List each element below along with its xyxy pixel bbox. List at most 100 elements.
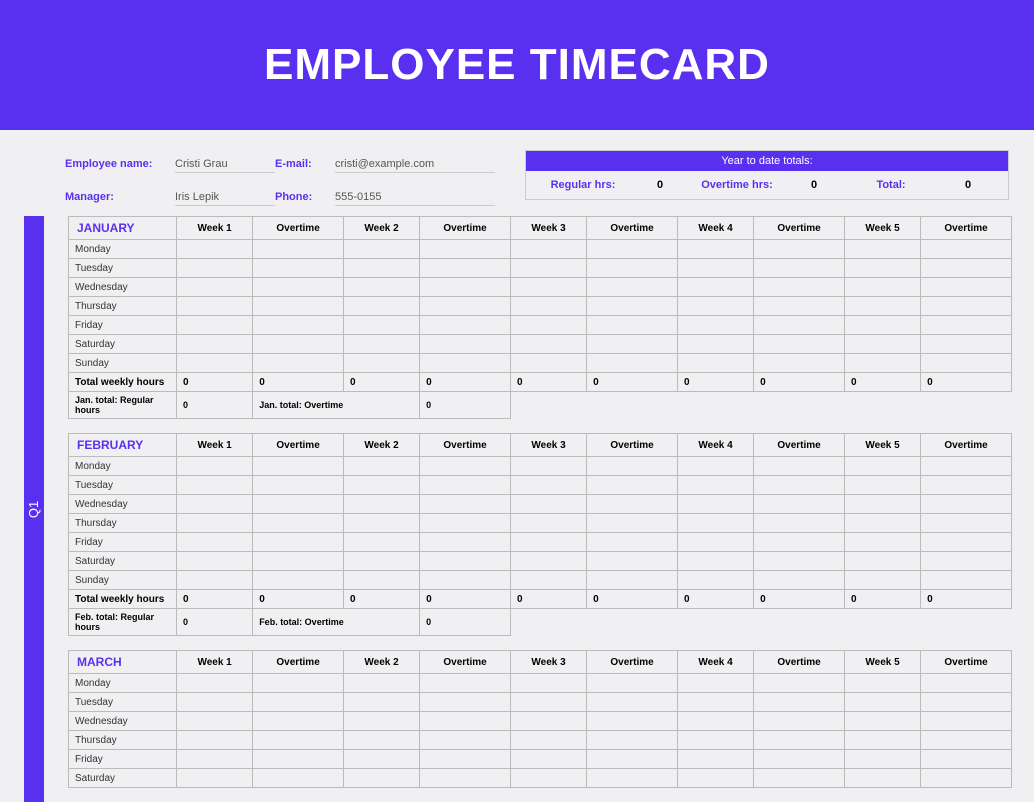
hours-cell[interactable]: [754, 476, 845, 495]
hours-cell[interactable]: [253, 297, 344, 316]
hours-cell[interactable]: [177, 354, 253, 373]
hours-cell[interactable]: [420, 693, 511, 712]
hours-cell[interactable]: [844, 335, 920, 354]
hours-cell[interactable]: [420, 240, 511, 259]
hours-cell[interactable]: [343, 240, 419, 259]
employee-name-field[interactable]: Cristi Grau: [175, 158, 275, 173]
hours-cell[interactable]: [343, 259, 419, 278]
hours-cell[interactable]: [754, 533, 845, 552]
hours-cell[interactable]: [754, 278, 845, 297]
hours-cell[interactable]: [177, 476, 253, 495]
hours-cell[interactable]: [677, 457, 753, 476]
hours-cell[interactable]: [677, 769, 753, 788]
hours-cell[interactable]: [587, 297, 678, 316]
hours-cell[interactable]: [510, 514, 586, 533]
hours-cell[interactable]: [177, 552, 253, 571]
hours-cell[interactable]: [253, 278, 344, 297]
hours-cell[interactable]: [253, 476, 344, 495]
hours-cell[interactable]: [844, 297, 920, 316]
hours-cell[interactable]: [510, 674, 586, 693]
hours-cell[interactable]: [253, 674, 344, 693]
hours-cell[interactable]: [343, 769, 419, 788]
hours-cell[interactable]: [510, 552, 586, 571]
hours-cell[interactable]: [253, 693, 344, 712]
hours-cell[interactable]: [921, 712, 1012, 731]
hours-cell[interactable]: [343, 278, 419, 297]
hours-cell[interactable]: [420, 674, 511, 693]
hours-cell[interactable]: [510, 297, 586, 316]
hours-cell[interactable]: [754, 316, 845, 335]
hours-cell[interactable]: [677, 712, 753, 731]
hours-cell[interactable]: [177, 731, 253, 750]
hours-cell[interactable]: [343, 297, 419, 316]
hours-cell[interactable]: [253, 731, 344, 750]
hours-cell[interactable]: [177, 693, 253, 712]
hours-cell[interactable]: [844, 552, 920, 571]
hours-cell[interactable]: [420, 457, 511, 476]
hours-cell[interactable]: [587, 712, 678, 731]
hours-cell[interactable]: [587, 240, 678, 259]
hours-cell[interactable]: [921, 514, 1012, 533]
hours-cell[interactable]: [420, 533, 511, 552]
hours-cell[interactable]: [677, 731, 753, 750]
hours-cell[interactable]: [844, 514, 920, 533]
hours-cell[interactable]: [510, 476, 586, 495]
hours-cell[interactable]: [754, 354, 845, 373]
hours-cell[interactable]: [510, 316, 586, 335]
hours-cell[interactable]: [921, 259, 1012, 278]
hours-cell[interactable]: [343, 495, 419, 514]
hours-cell[interactable]: [253, 552, 344, 571]
hours-cell[interactable]: [921, 693, 1012, 712]
hours-cell[interactable]: [921, 674, 1012, 693]
hours-cell[interactable]: [754, 571, 845, 590]
hours-cell[interactable]: [420, 316, 511, 335]
hours-cell[interactable]: [510, 712, 586, 731]
hours-cell[interactable]: [677, 297, 753, 316]
hours-cell[interactable]: [921, 354, 1012, 373]
hours-cell[interactable]: [844, 316, 920, 335]
hours-cell[interactable]: [587, 316, 678, 335]
hours-cell[interactable]: [921, 297, 1012, 316]
hours-cell[interactable]: [754, 457, 845, 476]
hours-cell[interactable]: [677, 533, 753, 552]
hours-cell[interactable]: [510, 259, 586, 278]
hours-cell[interactable]: [844, 712, 920, 731]
hours-cell[interactable]: [587, 769, 678, 788]
hours-cell[interactable]: [844, 731, 920, 750]
hours-cell[interactable]: [587, 533, 678, 552]
hours-cell[interactable]: [587, 571, 678, 590]
email-field[interactable]: cristi@example.com: [335, 158, 495, 173]
hours-cell[interactable]: [253, 259, 344, 278]
hours-cell[interactable]: [844, 571, 920, 590]
hours-cell[interactable]: [343, 533, 419, 552]
hours-cell[interactable]: [677, 278, 753, 297]
hours-cell[interactable]: [343, 514, 419, 533]
hours-cell[interactable]: [677, 476, 753, 495]
hours-cell[interactable]: [420, 571, 511, 590]
hours-cell[interactable]: [420, 514, 511, 533]
hours-cell[interactable]: [420, 476, 511, 495]
hours-cell[interactable]: [844, 674, 920, 693]
hours-cell[interactable]: [921, 335, 1012, 354]
hours-cell[interactable]: [420, 354, 511, 373]
hours-cell[interactable]: [587, 259, 678, 278]
hours-cell[interactable]: [343, 335, 419, 354]
hours-cell[interactable]: [420, 731, 511, 750]
hours-cell[interactable]: [921, 240, 1012, 259]
hours-cell[interactable]: [510, 457, 586, 476]
hours-cell[interactable]: [754, 693, 845, 712]
hours-cell[interactable]: [754, 712, 845, 731]
hours-cell[interactable]: [677, 693, 753, 712]
hours-cell[interactable]: [921, 316, 1012, 335]
hours-cell[interactable]: [420, 712, 511, 731]
hours-cell[interactable]: [587, 552, 678, 571]
hours-cell[interactable]: [420, 750, 511, 769]
hours-cell[interactable]: [677, 240, 753, 259]
hours-cell[interactable]: [587, 457, 678, 476]
hours-cell[interactable]: [510, 571, 586, 590]
hours-cell[interactable]: [754, 240, 845, 259]
hours-cell[interactable]: [420, 495, 511, 514]
hours-cell[interactable]: [844, 278, 920, 297]
hours-cell[interactable]: [420, 335, 511, 354]
hours-cell[interactable]: [177, 495, 253, 514]
